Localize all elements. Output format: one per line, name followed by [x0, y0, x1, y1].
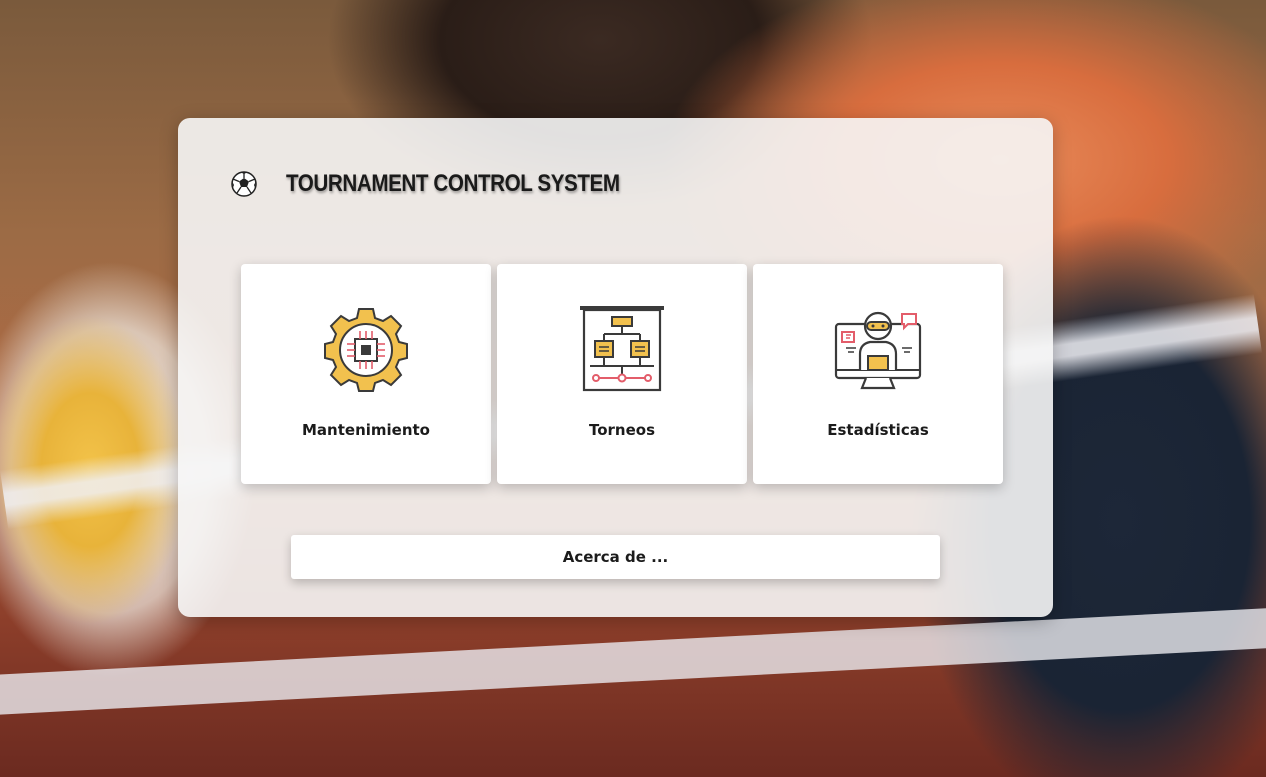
- soccer-ball-icon: [230, 170, 258, 198]
- card-estadisticas[interactable]: Estadísticas: [753, 264, 1003, 484]
- card-torneos[interactable]: Torneos: [497, 264, 747, 484]
- card-label: Mantenimiento: [302, 421, 430, 439]
- monitor-user-stats-icon: [832, 304, 924, 396]
- card-mantenimiento[interactable]: Mantenimiento: [241, 264, 491, 484]
- about-button[interactable]: Acerca de ...: [291, 535, 940, 579]
- main-panel: TOURNAMENT CONTROL SYSTEM Mantenimiento …: [178, 118, 1053, 617]
- gear-chip-icon: [320, 304, 412, 396]
- card-label: Torneos: [588, 421, 656, 439]
- header: TOURNAMENT CONTROL SYSTEM: [230, 168, 674, 200]
- tournament-bracket-icon: [576, 304, 668, 396]
- card-label: Estadísticas: [827, 421, 929, 439]
- app-title: TOURNAMENT CONTROL SYSTEM: [286, 170, 620, 197]
